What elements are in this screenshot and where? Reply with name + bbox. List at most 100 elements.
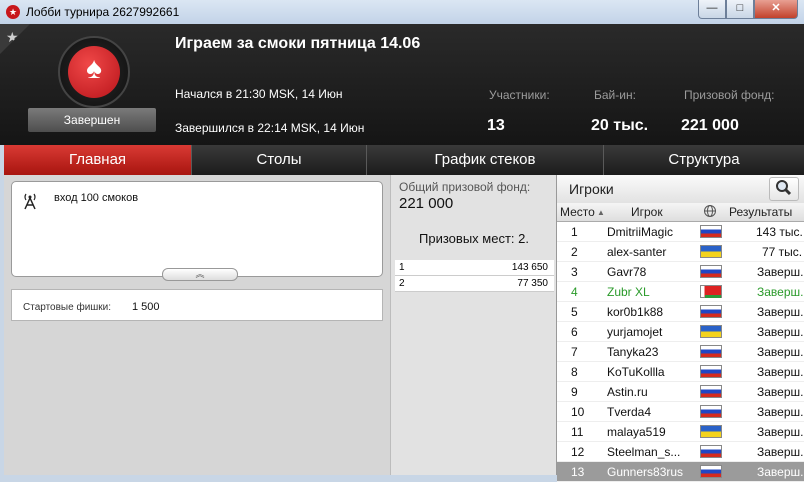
player-nick: alex-santer	[607, 245, 667, 259]
players-column-header: Место ▲ Игрок Результаты	[557, 203, 804, 222]
player-nick: Steelman_s...	[607, 445, 681, 459]
tab-tables[interactable]: Столы	[192, 145, 367, 175]
announcement-text: вход 100 смоков	[54, 192, 139, 204]
player-nick: malaya519	[607, 425, 666, 439]
column-results[interactable]: Результаты	[729, 205, 792, 219]
player-place: 7	[571, 345, 578, 359]
player-place: 13	[571, 465, 585, 479]
buyin-label: Бай-ин:	[594, 88, 636, 102]
country-flag-icon	[700, 265, 722, 278]
country-flag-icon	[700, 345, 722, 358]
player-result: Заверш.	[757, 465, 804, 479]
column-place[interactable]: Место	[560, 205, 595, 219]
player-nick: Gunners83rus	[607, 465, 684, 479]
player-nick: yurjamojet	[607, 325, 663, 339]
player-row[interactable]: 5 kor0b1k88 Заверш.	[557, 302, 804, 322]
player-result: 77 тыс.	[762, 245, 803, 259]
tab-stack-chart[interactable]: График стеков	[367, 145, 604, 175]
column-player[interactable]: Игрок	[631, 205, 663, 219]
player-row[interactable]: 6 yurjamojet Заверш.	[557, 322, 804, 342]
announcement-box: вход 100 смоков ︽	[11, 181, 383, 281]
pokerstars-spade-logo: ♠	[58, 36, 130, 108]
payout-row: 2 77 350	[395, 276, 554, 292]
player-row[interactable]: 7 Tanyka23 Заверш.	[557, 342, 804, 362]
player-place: 1	[571, 225, 578, 239]
payout-place: 2	[399, 278, 405, 289]
lobby-tabs: Главная Столы График стеков Структура	[4, 145, 804, 175]
player-row[interactable]: 11 malaya519 Заверш.	[557, 422, 804, 442]
players-title: Игроки	[569, 181, 614, 197]
player-row[interactable]: 1 DmitriiMagic 143 тыс.	[557, 222, 804, 242]
player-result: Заверш.	[757, 385, 804, 399]
favorite-star-icon[interactable]: ★	[0, 24, 30, 54]
participants-label: Участники:	[489, 88, 550, 102]
country-flag-icon	[700, 225, 722, 238]
broadcast-antenna-icon	[22, 192, 38, 213]
player-place: 8	[571, 365, 578, 379]
prizepool-label: Призовой фонд:	[684, 88, 775, 102]
country-flag-icon	[700, 285, 722, 298]
start-time: Начался в 21:30 MSK, 14 Июн	[175, 87, 343, 101]
country-flag-icon	[700, 405, 722, 418]
window-controls: — □ ✕	[698, 0, 798, 19]
player-result: Заверш.	[757, 405, 804, 419]
close-button[interactable]: ✕	[754, 0, 798, 19]
player-row[interactable]: 2 alex-santer 77 тыс.	[557, 242, 804, 262]
starting-chips-value: 1 500	[132, 301, 160, 313]
payout-place: 1	[399, 262, 405, 273]
player-nick: Tanyka23	[607, 345, 659, 359]
tournament-name: Играем за смоки пятница 14.06	[175, 35, 421, 52]
payout-amount: 77 350	[517, 278, 548, 289]
maximize-button[interactable]: □	[726, 0, 754, 19]
minimize-button[interactable]: —	[698, 0, 726, 19]
player-row[interactable]: 4 Zubr XL Заверш.	[557, 282, 804, 302]
player-result: Заверш.	[757, 365, 804, 379]
starting-chips-box: Стартовые фишки: 1 500	[11, 289, 383, 321]
buyin-value: 20 тыс.	[591, 117, 649, 134]
prize-places-text: Призовых мест: 2.	[419, 231, 529, 246]
country-flag-icon	[700, 465, 722, 478]
collapse-chevron-button[interactable]: ︽	[162, 268, 238, 281]
sort-ascending-icon: ▲	[597, 208, 605, 217]
prize-pane: Общий призовой фонд: 221 000 Призовых ме…	[390, 175, 557, 475]
globe-icon[interactable]	[703, 204, 717, 221]
player-row[interactable]: 8 KoTuKollla Заверш.	[557, 362, 804, 382]
tournament-header: ★ ♠ Завершен Играем за смоки пятница 14.…	[0, 24, 804, 145]
participants-value: 13	[487, 117, 505, 134]
player-result: Заверш.	[757, 285, 804, 299]
player-row[interactable]: 3 Gavr78 Заверш.	[557, 262, 804, 282]
player-result: Заверш.	[757, 325, 804, 339]
player-row[interactable]: 9 Astin.ru Заверш.	[557, 382, 804, 402]
country-flag-icon	[700, 425, 722, 438]
player-result: Заверш.	[757, 265, 804, 279]
players-pane: Игроки Место ▲ Игрок Результаты 1 Dmitrii…	[556, 175, 804, 482]
country-flag-icon	[700, 245, 722, 258]
main-content: вход 100 смоков ︽ Стартовые фишки: 1 500…	[4, 175, 804, 482]
player-place: 10	[571, 405, 585, 419]
player-place: 3	[571, 265, 578, 279]
player-place: 4	[571, 285, 578, 299]
tab-main[interactable]: Главная	[4, 145, 192, 175]
info-pane: вход 100 смоков ︽ Стартовые фишки: 1 500	[4, 175, 390, 475]
end-time: Завершился в 22:14 MSK, 14 Июн	[175, 121, 365, 135]
player-result: 143 тыс.	[756, 225, 803, 239]
starting-chips-label: Стартовые фишки:	[23, 302, 112, 313]
player-nick: KoTuKollla	[607, 365, 665, 379]
player-place: 6	[571, 325, 578, 339]
payout-row: 1 143 650	[395, 260, 554, 276]
player-row[interactable]: 10 Tverda4 Заверш.	[557, 402, 804, 422]
player-row[interactable]: 12 Steelman_s... Заверш.	[557, 442, 804, 462]
window-titlebar: ★ Лобби турнира 2627992661 — □ ✕	[0, 0, 804, 25]
player-row[interactable]: 13 Gunners83rus Заверш.	[557, 462, 804, 482]
player-nick: kor0b1k88	[607, 305, 664, 319]
total-prize-value: 221 000	[399, 195, 454, 212]
player-nick: Zubr XL	[607, 285, 650, 299]
search-player-button[interactable]	[769, 177, 799, 201]
tab-structure[interactable]: Структура	[604, 145, 804, 175]
player-nick: Gavr78	[607, 265, 647, 279]
pokerstars-logo-icon: ★	[6, 5, 20, 19]
player-place: 5	[571, 305, 578, 319]
player-place: 2	[571, 245, 578, 259]
total-prize-label: Общий призовой фонд:	[399, 180, 531, 194]
country-flag-icon	[700, 305, 722, 318]
